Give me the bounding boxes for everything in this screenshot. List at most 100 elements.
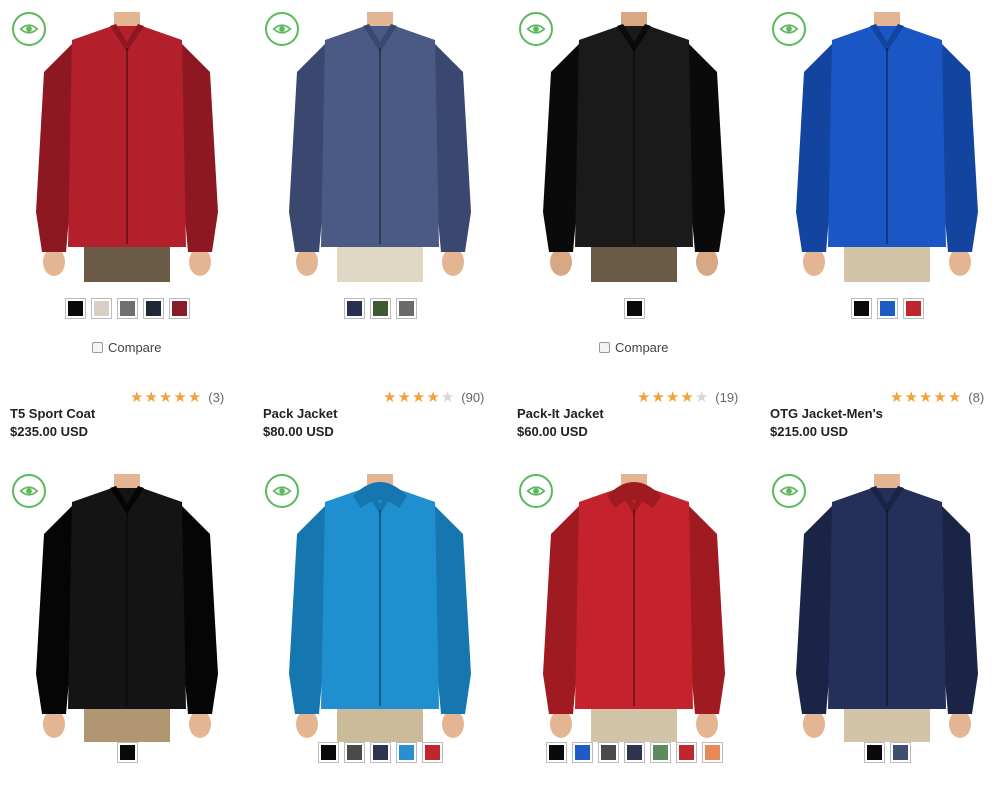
product-price: $80.00 USD [263, 424, 334, 439]
product-card: ★ ★ ★ ★ ★ (19) Pack-It Jacket $60.00 USD [517, 378, 747, 786]
product-image[interactable] [529, 474, 739, 742]
product-card: ★ ★ ★ ★ ★ (8) OTG Jacket-Men's $215.00 USD [770, 378, 1000, 786]
star-icon: ★ [411, 389, 426, 406]
product-photo-illustration [289, 474, 471, 742]
product-photo-illustration [796, 12, 978, 282]
product-image[interactable] [275, 474, 485, 742]
color-swatch[interactable] [876, 298, 898, 319]
eye-icon [272, 486, 292, 496]
review-count[interactable]: (19) [715, 390, 738, 405]
star-icon: ★ [144, 389, 158, 406]
review-count[interactable]: (3) [208, 390, 224, 405]
color-swatch[interactable] [545, 742, 567, 763]
eye-icon [272, 24, 292, 34]
color-swatches [64, 298, 190, 319]
star-icon: ★ [397, 389, 411, 406]
color-swatch[interactable] [369, 742, 391, 763]
star-icon: ★ [426, 389, 440, 406]
product-image[interactable] [529, 12, 739, 282]
product-image[interactable] [275, 12, 485, 282]
color-swatch[interactable] [90, 298, 112, 319]
color-swatch[interactable] [701, 742, 723, 763]
star-icon: ★ [947, 389, 962, 406]
star-icon: ★ [440, 389, 455, 406]
quick-view-button[interactable] [265, 474, 299, 508]
color-swatch[interactable] [369, 298, 391, 319]
color-swatch[interactable] [675, 742, 697, 763]
color-swatch[interactable] [889, 742, 911, 763]
color-swatch[interactable] [395, 742, 417, 763]
color-swatch[interactable] [649, 742, 671, 763]
star-icon: ★ [637, 389, 651, 406]
eye-icon [19, 486, 39, 496]
product-card: ★ ★ ★ ★ ★ (90) Pack Jacket $80.00 USD [263, 378, 493, 786]
compare-label: Compare [108, 340, 162, 355]
quick-view-button[interactable] [772, 12, 806, 46]
product-name[interactable]: Pack Jacket [263, 406, 337, 421]
color-swatches [116, 742, 138, 763]
star-icon: ★ [651, 389, 665, 406]
compare-label: Compare [615, 340, 669, 355]
color-swatch[interactable] [850, 298, 872, 319]
product-photo-illustration [36, 12, 218, 282]
star-icon: ★ [130, 389, 144, 406]
color-swatch[interactable] [142, 298, 164, 319]
color-swatch[interactable] [343, 742, 365, 763]
color-swatch[interactable] [863, 742, 885, 763]
product-card [770, 0, 1000, 378]
color-swatch[interactable] [623, 298, 645, 319]
product-image[interactable] [782, 12, 992, 282]
product-card: Compare [10, 0, 240, 378]
quick-view-button[interactable] [519, 12, 553, 46]
product-name[interactable]: Pack-It Jacket [517, 406, 604, 421]
star-icon: ★ [890, 389, 904, 406]
checkbox-icon[interactable] [92, 342, 103, 353]
rating-stars: ★ ★ ★ ★ ★ (3) [130, 390, 224, 405]
product-card: ★ ★ ★ ★ ★ (3) T5 Sport Coat $235.00 USD [10, 378, 240, 786]
review-count[interactable]: (8) [968, 390, 984, 405]
color-swatch[interactable] [597, 742, 619, 763]
color-swatch[interactable] [395, 298, 417, 319]
product-name[interactable]: OTG Jacket-Men's [770, 406, 883, 421]
color-swatch[interactable] [623, 742, 645, 763]
color-swatch[interactable] [343, 298, 365, 319]
star-icon: ★ [158, 389, 173, 406]
star-icon: ★ [187, 389, 202, 406]
product-photo-illustration [543, 474, 725, 742]
color-swatches [343, 298, 417, 319]
eye-icon [779, 24, 799, 34]
compare-checkbox[interactable]: Compare [92, 340, 161, 355]
quick-view-button[interactable] [519, 474, 553, 508]
product-image[interactable] [22, 474, 232, 742]
color-swatch[interactable] [421, 742, 443, 763]
color-swatch[interactable] [64, 298, 86, 319]
color-swatch[interactable] [571, 742, 593, 763]
quick-view-button[interactable] [12, 474, 46, 508]
star-icon: ★ [933, 389, 947, 406]
product-image[interactable] [22, 12, 232, 282]
quick-view-button[interactable] [12, 12, 46, 46]
rating-stars: ★ ★ ★ ★ ★ (19) [637, 390, 738, 405]
rating-stars: ★ ★ ★ ★ ★ (8) [890, 390, 984, 405]
review-count[interactable]: (90) [461, 390, 484, 405]
quick-view-button[interactable] [772, 474, 806, 508]
color-swatch[interactable] [116, 298, 138, 319]
compare-checkbox[interactable]: Compare [599, 340, 668, 355]
product-card: Compare [517, 0, 747, 378]
color-swatch[interactable] [168, 298, 190, 319]
product-price: $235.00 USD [10, 424, 89, 439]
color-swatch[interactable] [902, 298, 924, 319]
color-swatches [850, 298, 924, 319]
color-swatch[interactable] [116, 742, 138, 763]
product-price: $60.00 USD [517, 424, 588, 439]
eye-icon [526, 24, 546, 34]
quick-view-button[interactable] [265, 12, 299, 46]
color-swatch[interactable] [317, 742, 339, 763]
product-image[interactable] [782, 474, 992, 742]
checkbox-icon[interactable] [599, 342, 610, 353]
eye-icon [779, 486, 799, 496]
product-name[interactable]: T5 Sport Coat [10, 406, 95, 421]
product-photo-illustration [289, 12, 471, 282]
star-icon: ★ [383, 389, 397, 406]
product-card [263, 0, 493, 378]
